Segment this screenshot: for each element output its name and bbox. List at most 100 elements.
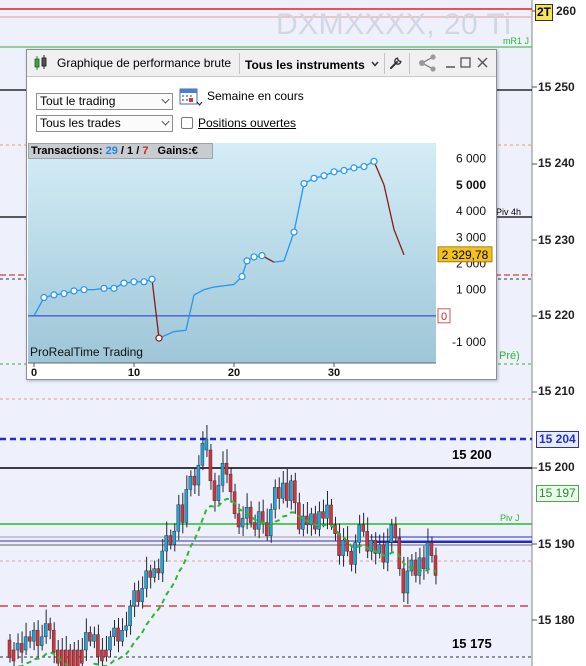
bull-candle (353, 542, 357, 565)
price-tick-label: 15 190 (538, 537, 575, 551)
bull-candle (160, 550, 164, 574)
bear-candle (27, 636, 32, 642)
equity-point (360, 162, 368, 171)
close-icon[interactable] (477, 56, 489, 73)
minimize-icon[interactable] (445, 56, 457, 73)
equity-point (140, 278, 148, 286)
bull-candle (216, 484, 221, 501)
window-titlebar[interactable]: Graphique de performance brute Tous les … (27, 50, 496, 77)
bear-candle (76, 649, 80, 666)
bear-candle (361, 524, 365, 532)
x-tick-label: 10 (128, 367, 140, 379)
trading-filter-select[interactable]: Tout le trading (36, 93, 173, 110)
bear-candle (393, 524, 398, 539)
maximize-icon[interactable] (460, 56, 472, 73)
bull-candle (425, 542, 430, 570)
equity-point (60, 289, 68, 298)
bear-candle (47, 623, 52, 631)
bull-candle (200, 442, 205, 466)
y-tick-label: 5 000 (456, 178, 486, 192)
bear-candle (429, 542, 434, 556)
bull-candle (176, 504, 181, 532)
bear-candle (401, 568, 406, 594)
bear-candle (72, 649, 76, 666)
bear-candle (11, 649, 16, 662)
equity-point (40, 293, 48, 302)
open-positions-checkbox[interactable] (181, 117, 193, 129)
bull-candle (289, 480, 293, 501)
equity-point (70, 287, 78, 295)
bear-candle (349, 550, 353, 565)
trades-filter-select[interactable]: Tous les trades (36, 115, 173, 132)
bull-candle (140, 588, 144, 602)
brand-label: ProRealTime Trading (30, 345, 143, 359)
y-tick-label: 6 000 (456, 152, 486, 166)
share-icon[interactable] (417, 54, 439, 75)
bear-candle (96, 634, 100, 657)
bear-candle (337, 533, 341, 556)
bear-candle (345, 539, 349, 552)
bear-candle (59, 649, 64, 666)
wrench-icon[interactable] (388, 55, 404, 74)
bear-candle (236, 513, 241, 528)
instrument-watermark: DXMXXXX, 20 Ti (276, 8, 512, 41)
bear-candle (313, 513, 317, 530)
bear-candle (321, 511, 325, 519)
bear-candle (212, 480, 217, 501)
equity-point (100, 284, 108, 292)
bear-candle (252, 522, 257, 530)
candlestick-icon (33, 54, 49, 75)
current-price-badge: 15 204 (536, 431, 579, 448)
bull-candle (309, 513, 313, 526)
equity-point (155, 334, 163, 342)
bull-candle (92, 634, 96, 642)
level-label-pivj: Piv J (500, 513, 520, 523)
bear-candle (192, 475, 197, 486)
performance-window[interactable]: Graphique de performance brute Tous les … (26, 49, 497, 380)
transactions-total: 29 (105, 145, 118, 157)
trades-filter-value: Tous les trades (40, 116, 121, 130)
open-positions-label[interactable]: Positions ouvertes (198, 116, 296, 130)
last-value-label: 2 329,78 (442, 248, 489, 262)
price-tick-label: 15 220 (538, 308, 575, 322)
bull-candle (377, 544, 381, 554)
bear-candle (264, 522, 269, 537)
bull-candle (23, 636, 28, 651)
bear-candle (208, 449, 213, 482)
price-tick-label: 15 200 (538, 460, 575, 474)
zero-label: 0 (441, 311, 447, 323)
bear-candle (35, 629, 40, 646)
x-tick-label: 0 (31, 367, 37, 379)
bear-candle (277, 487, 281, 499)
equity-point (110, 284, 118, 292)
equity-point (148, 275, 156, 283)
bull-candle (240, 517, 245, 528)
window-title: Graphique de performance brute (57, 56, 232, 70)
bull-candle (317, 511, 321, 530)
bull-candle (43, 623, 48, 638)
bull-candle (409, 559, 414, 572)
equity-point (250, 253, 258, 261)
bear-candle (19, 643, 24, 653)
x-tick-label: 30 (328, 367, 340, 379)
equity-point (310, 174, 318, 182)
equity-point (340, 166, 348, 175)
bear-candle (68, 649, 72, 666)
bull-candle (124, 625, 128, 631)
price-tick-label: 15 240 (538, 156, 575, 170)
chevron-down-icon (161, 117, 170, 126)
performance-chart[interactable]: 6 0005 0004 0003 0002 0001 0000-1 000010… (27, 143, 496, 379)
bull-candle (84, 632, 88, 651)
chevron-down-icon (371, 56, 379, 70)
calendar-icon[interactable] (179, 86, 203, 111)
bear-candle (116, 627, 120, 642)
instruments-dropdown[interactable]: Tous les instruments (245, 56, 379, 72)
bull-candle (417, 557, 422, 576)
bear-candle (228, 473, 233, 493)
bear-candle (51, 629, 56, 653)
bull-candle (357, 524, 361, 543)
bear-candle (180, 504, 185, 523)
price-tick-label: 15 230 (538, 233, 575, 247)
bear-candle (136, 590, 140, 602)
bull-candle (120, 629, 124, 642)
